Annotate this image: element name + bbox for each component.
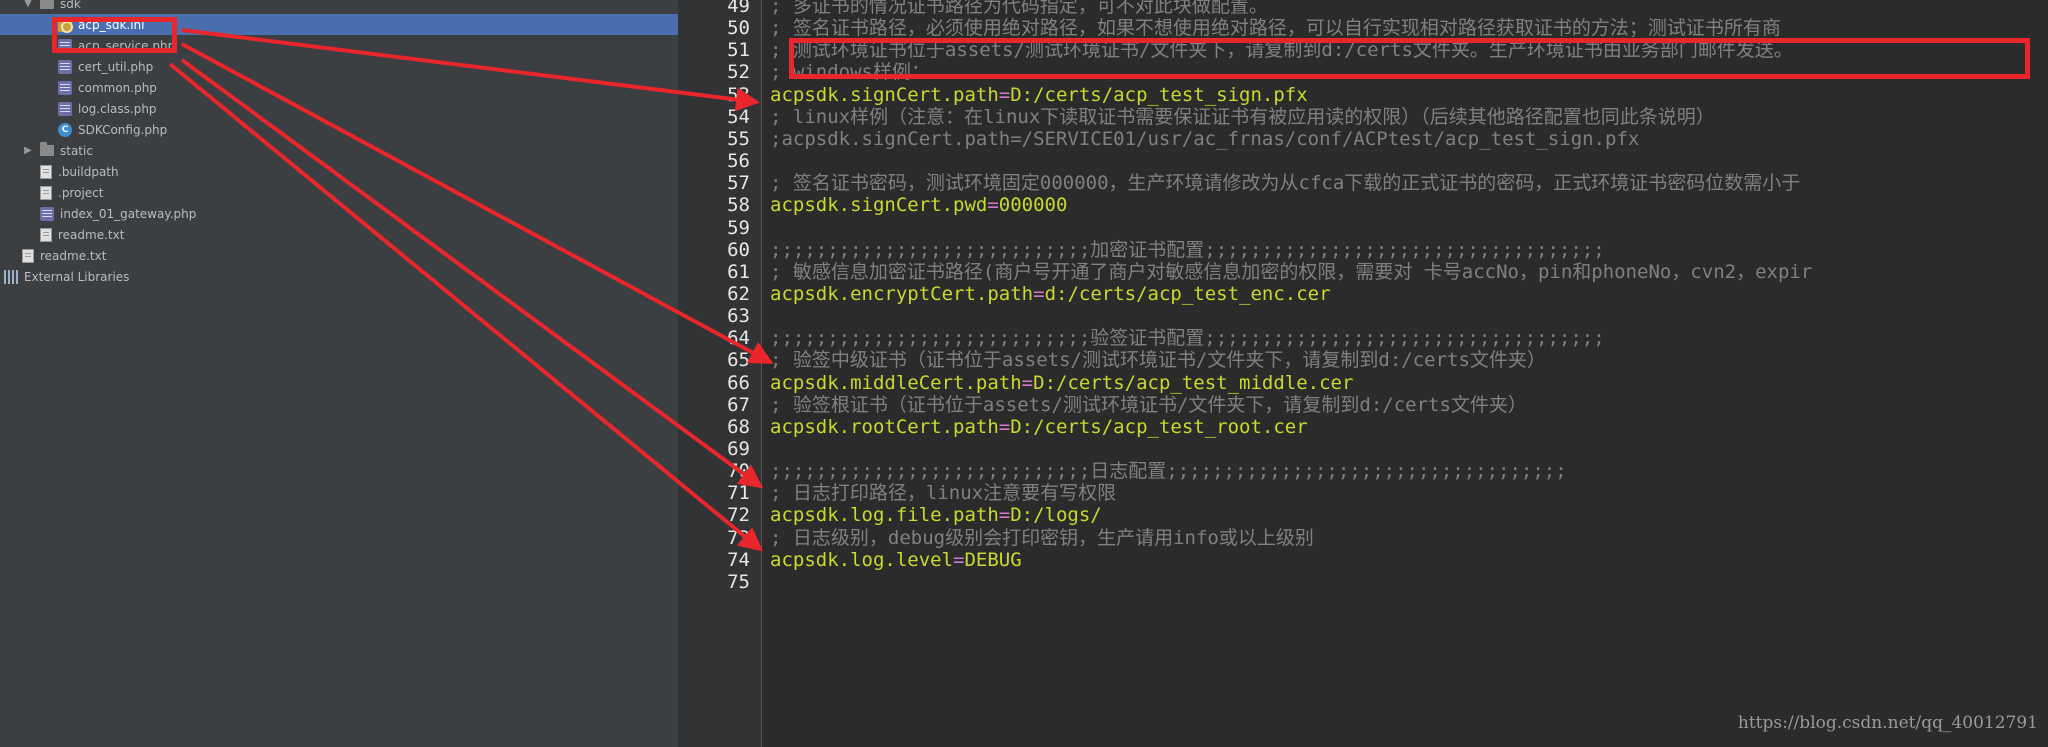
annotation-arrows (168, 28, 774, 552)
arrow-to-middlecert (180, 58, 764, 489)
